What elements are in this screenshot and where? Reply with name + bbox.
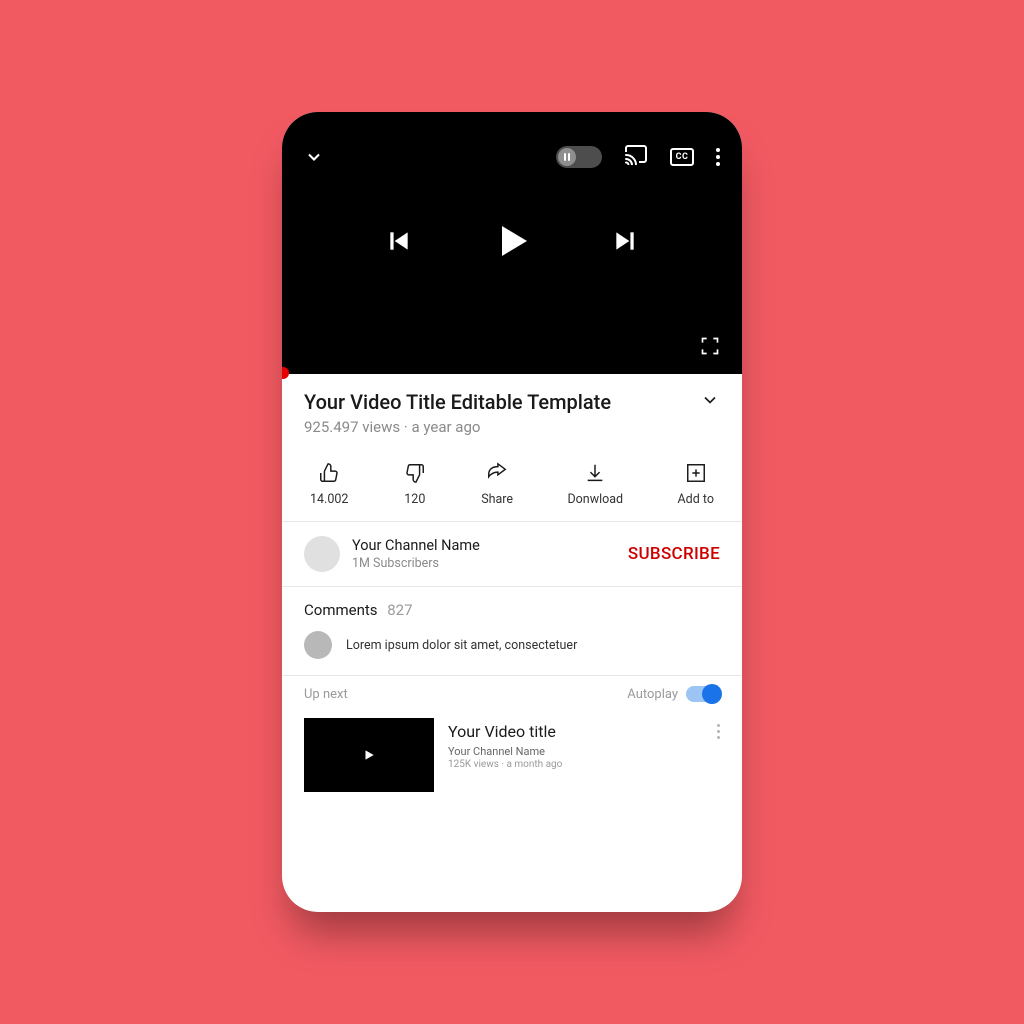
add-to-button[interactable]: Add to [678,462,714,507]
more-options-icon[interactable] [716,148,720,166]
up-next-bar: Up next Autoplay [282,676,742,712]
channel-avatar[interactable] [304,536,340,572]
action-bar: 14.002 120 Share Donwload Add to [282,450,742,522]
next-video-channel: Your Channel Name [448,745,703,758]
collapse-icon[interactable] [304,147,324,167]
video-player[interactable]: CC [282,112,742,374]
autoplay-label: Autoplay [627,687,678,702]
share-button[interactable]: Share [481,462,513,507]
comments-section[interactable]: Comments 827 Lorem ipsum dolor sit amet,… [282,587,742,676]
fullscreen-icon[interactable] [700,336,720,356]
comments-label: Comments [304,601,378,619]
dislike-button[interactable]: 120 [403,462,427,507]
subscribe-button[interactable]: SUBSCRIBE [628,544,720,564]
up-next-label: Up next [304,687,348,702]
comments-count: 827 [387,601,412,619]
next-icon[interactable] [612,228,638,258]
next-video-more-icon[interactable] [717,718,720,739]
dislike-count: 120 [404,492,425,507]
video-stats: 925.497 views · a year ago [304,418,720,436]
phone-frame: CC Your Video Title Editable Template [282,112,742,912]
expand-description-icon[interactable] [700,390,720,414]
play-icon[interactable] [492,221,532,265]
comment-text: Lorem ipsum dolor sit amet, consectetuer [346,638,577,653]
player-top-bar: CC [282,142,742,172]
comment-preview: Lorem ipsum dolor sit amet, consectetuer [304,631,720,659]
share-label: Share [481,492,513,507]
download-button[interactable]: Donwload [567,462,623,507]
cast-icon[interactable] [624,145,648,169]
channel-row[interactable]: Your Channel Name 1M Subscribers SUBSCRI… [282,522,742,587]
up-next-item[interactable]: Your Video title Your Channel Name 125K … [282,712,742,810]
download-label: Donwload [567,492,623,507]
player-controls [282,221,742,265]
channel-subs: 1M Subscribers [352,556,616,571]
add-to-label: Add to [678,492,714,507]
next-video-title: Your Video title [448,722,703,741]
pause-icon [558,148,576,166]
next-thumbnail[interactable] [304,718,434,792]
like-count: 14.002 [310,492,348,507]
like-button[interactable]: 14.002 [310,462,348,507]
video-title: Your Video Title Editable Template [304,390,611,414]
next-video-meta: 125K views · a month ago [448,759,703,770]
channel-name: Your Channel Name [352,537,616,554]
video-meta: Your Video Title Editable Template 925.4… [282,374,742,450]
captions-icon[interactable]: CC [670,148,694,166]
autoplay-toggle[interactable] [686,686,720,702]
commenter-avatar [304,631,332,659]
autoplay-toggle-player[interactable] [556,146,602,168]
previous-icon[interactable] [386,228,412,258]
